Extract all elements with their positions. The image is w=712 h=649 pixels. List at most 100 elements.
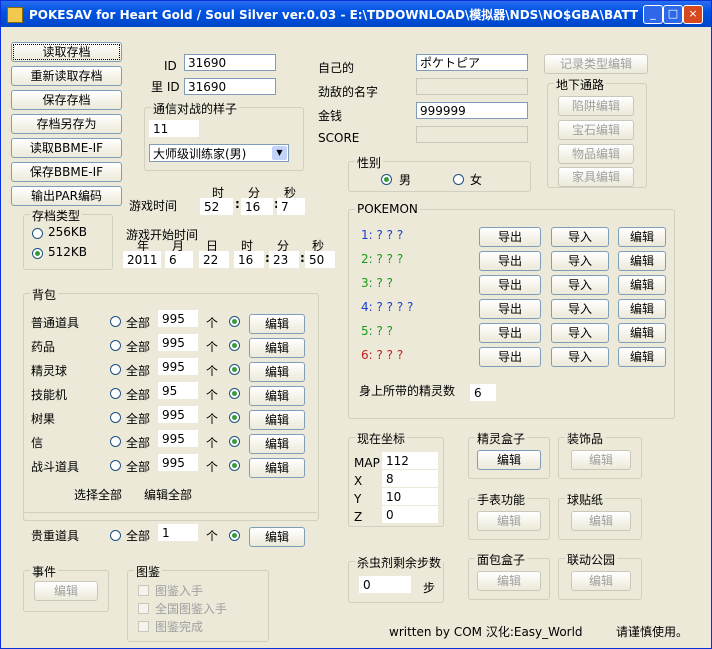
key-items-count-radio[interactable] <box>229 530 240 541</box>
read-bbme-button[interactable]: 读取BBME-IF <box>11 138 122 158</box>
save-bbme-button[interactable]: 保存BBME-IF <box>11 162 122 182</box>
record-type-edit-button[interactable]: 记录类型编辑 <box>544 54 648 74</box>
pc-box-edit-button[interactable]: 编辑 <box>477 450 541 470</box>
bag-edit-button[interactable]: 编辑 <box>249 410 305 430</box>
bag-quantity-input[interactable]: 995 <box>158 310 198 327</box>
bag-count-radio[interactable] <box>229 388 240 399</box>
bag-quantity-input[interactable]: 995 <box>158 430 198 447</box>
items-edit-button[interactable]: 物品编辑 <box>558 144 634 164</box>
comm-value-input[interactable]: 11 <box>149 120 199 137</box>
bag-edit-button[interactable]: 编辑 <box>249 314 305 334</box>
pokemon-import-button[interactable]: 导入 <box>551 227 609 247</box>
y-input[interactable]: 10 <box>382 488 438 505</box>
bag-count-radio[interactable] <box>229 316 240 327</box>
pokemon-edit-button[interactable]: 编辑 <box>618 347 666 367</box>
bag-all-radio[interactable] <box>110 388 121 399</box>
bag-all-radio[interactable] <box>110 436 121 447</box>
play-hour-input[interactable]: 52 <box>200 198 233 215</box>
export-par-button[interactable]: 输出PAR编码 <box>11 186 122 206</box>
bag-edit-button[interactable]: 编辑 <box>249 434 305 454</box>
own-name-input[interactable]: ポケトピア <box>416 54 528 71</box>
key-items-input[interactable]: 1 <box>158 524 198 541</box>
maximize-button[interactable]: □ <box>663 5 683 24</box>
pokemon-import-button[interactable]: 导入 <box>551 323 609 343</box>
pokemon-edit-button[interactable]: 编辑 <box>618 275 666 295</box>
watch-edit-button[interactable]: 编辑 <box>477 511 541 531</box>
z-input[interactable]: 0 <box>382 506 438 523</box>
national-dex-checkbox[interactable] <box>138 603 149 614</box>
bag-all-radio[interactable] <box>110 460 121 471</box>
play-sec-input[interactable]: 7 <box>277 198 305 215</box>
read-save-button[interactable]: 读取存档 <box>11 42 122 62</box>
select-all-button[interactable]: 选择全部 <box>67 485 129 505</box>
bag-quantity-input[interactable]: 995 <box>158 406 198 423</box>
start-month-input[interactable]: 6 <box>165 251 193 268</box>
bag-edit-button[interactable]: 编辑 <box>249 362 305 382</box>
pokemon-import-button[interactable]: 导入 <box>551 347 609 367</box>
bag-all-radio[interactable] <box>110 364 121 375</box>
title-bar[interactable]: POKESAV for Heart Gold / Soul Silver ver… <box>1 1 711 27</box>
pokemon-edit-button[interactable]: 编辑 <box>618 227 666 247</box>
start-minute-input[interactable]: 23 <box>269 251 299 268</box>
play-min-input[interactable]: 16 <box>241 198 273 215</box>
trainer-class-select[interactable]: 大师级训练家(男) ▼ <box>149 144 289 162</box>
bag-count-radio[interactable] <box>229 412 240 423</box>
money-input[interactable]: 999999 <box>416 102 528 119</box>
bag-quantity-input[interactable]: 995 <box>158 454 198 471</box>
bag-quantity-input[interactable]: 995 <box>158 358 198 375</box>
radio-male[interactable] <box>381 174 392 185</box>
score-input[interactable] <box>416 126 528 143</box>
pokemon-edit-button[interactable]: 编辑 <box>618 299 666 319</box>
rival-name-input[interactable] <box>416 78 528 95</box>
pokemon-export-button[interactable]: 导出 <box>479 323 541 343</box>
bag-quantity-input[interactable]: 95 <box>158 382 198 399</box>
bag-edit-button[interactable]: 编辑 <box>249 458 305 478</box>
events-edit-button[interactable]: 编辑 <box>34 581 98 601</box>
pokemon-export-button[interactable]: 导出 <box>479 275 541 295</box>
bag-all-radio[interactable] <box>110 316 121 327</box>
map-input[interactable]: 112 <box>382 452 438 469</box>
pokemon-edit-button[interactable]: 编辑 <box>618 251 666 271</box>
bag-count-radio[interactable] <box>229 340 240 351</box>
start-second-input[interactable]: 50 <box>305 251 335 268</box>
bag-quantity-input[interactable]: 995 <box>158 334 198 351</box>
pokemon-export-button[interactable]: 导出 <box>479 251 541 271</box>
pokemon-import-button[interactable]: 导入 <box>551 275 609 295</box>
bag-edit-button[interactable]: 编辑 <box>249 338 305 358</box>
id-input[interactable]: 31690 <box>184 54 276 71</box>
pokemon-import-button[interactable]: 导入 <box>551 299 609 319</box>
bag-count-radio[interactable] <box>229 460 240 471</box>
chevron-down-icon[interactable]: ▼ <box>272 146 287 160</box>
pokemon-export-button[interactable]: 导出 <box>479 227 541 247</box>
start-hour-input[interactable]: 16 <box>234 251 264 268</box>
edit-all-button[interactable]: 编辑全部 <box>137 485 199 505</box>
party-count-input[interactable]: 6 <box>470 384 496 401</box>
close-button[interactable]: × <box>683 5 703 24</box>
link-park-edit-button[interactable]: 编辑 <box>571 571 631 591</box>
traps-edit-button[interactable]: 陷阱编辑 <box>558 96 634 116</box>
start-day-input[interactable]: 22 <box>199 251 229 268</box>
pokedex-complete-checkbox[interactable] <box>138 621 149 632</box>
bag-all-radio[interactable] <box>110 412 121 423</box>
pokemon-export-button[interactable]: 导出 <box>479 299 541 319</box>
pokedex-obtained-checkbox[interactable] <box>138 585 149 596</box>
bag-all-radio[interactable] <box>110 340 121 351</box>
pokemon-import-button[interactable]: 导入 <box>551 251 609 271</box>
sid-input[interactable]: 31690 <box>184 78 276 95</box>
key-items-all-radio[interactable] <box>110 530 121 541</box>
gems-edit-button[interactable]: 宝石编辑 <box>558 120 634 140</box>
key-items-edit-button[interactable]: 编辑 <box>249 527 305 547</box>
pokemon-edit-button[interactable]: 编辑 <box>618 323 666 343</box>
save-button[interactable]: 保存存档 <box>11 90 122 110</box>
radio-256kb[interactable] <box>32 228 43 239</box>
decoration-edit-button[interactable]: 编辑 <box>571 450 631 470</box>
minimize-button[interactable]: _ <box>643 5 663 24</box>
bread-box-edit-button[interactable]: 编辑 <box>477 571 541 591</box>
reload-save-button[interactable]: 重新读取存档 <box>11 66 122 86</box>
repel-steps-input[interactable]: 0 <box>359 576 411 593</box>
save-as-button[interactable]: 存档另存为 <box>11 114 122 134</box>
bag-edit-button[interactable]: 编辑 <box>249 386 305 406</box>
furniture-edit-button[interactable]: 家具编辑 <box>558 167 634 187</box>
bag-count-radio[interactable] <box>229 364 240 375</box>
radio-512kb[interactable] <box>32 248 43 259</box>
